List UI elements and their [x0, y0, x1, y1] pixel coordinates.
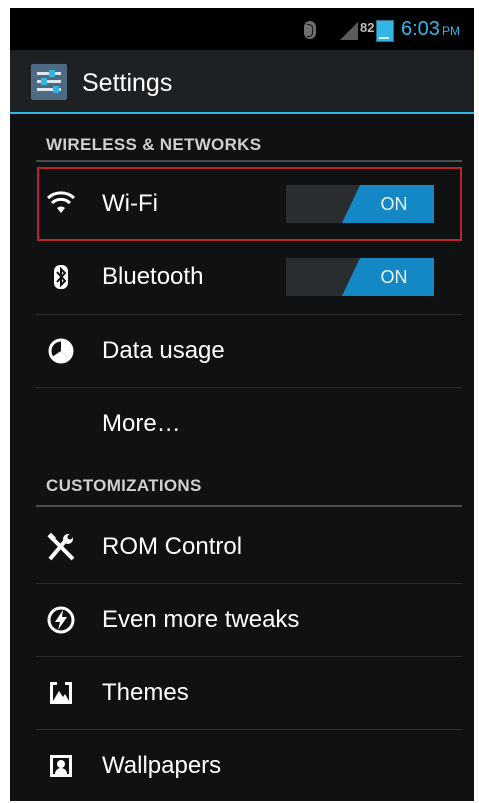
wallpapers-icon: [50, 755, 72, 777]
settings-screen: 82 6:03 PM Settings WIRELESS & NETWORKS W…: [10, 8, 474, 801]
status-clock: 6:03 PM: [401, 18, 460, 41]
action-bar-divider: [10, 112, 474, 114]
bluetooth-label: Bluetooth: [102, 263, 204, 290]
page-title: Settings: [82, 69, 173, 97]
lightning-icon: [47, 606, 75, 634]
rom-control-label: ROM Control: [102, 533, 243, 560]
wallpapers-label: Wallpapers: [102, 752, 222, 779]
tools-icon: [47, 532, 75, 561]
section-header-customizations: CUSTOMIZATIONS: [46, 476, 202, 495]
signal-strength-icon: [340, 22, 358, 40]
clock-time: 6:03: [401, 18, 440, 40]
bluetooth-icon: [54, 265, 68, 289]
settings-item-rom-control[interactable]: ROM Control: [36, 511, 462, 583]
bluetooth-toggle-state: ON: [380, 267, 408, 287]
data-usage-label: Data usage: [102, 337, 225, 364]
settings-item-themes[interactable]: Themes: [36, 657, 462, 729]
settings-item-wallpapers[interactable]: Wallpapers: [36, 730, 462, 801]
battery-icon: [376, 20, 394, 42]
section-header-wireless: WIRELESS & NETWORKS: [46, 135, 262, 154]
settings-item-even-more-tweaks[interactable]: Even more tweaks: [36, 584, 462, 656]
more-label: More…: [102, 410, 181, 437]
themes-label: Themes: [102, 679, 189, 706]
themes-icon: [50, 682, 72, 704]
settings-item-data-usage[interactable]: Data usage: [36, 315, 462, 387]
settings-sliders-icon[interactable]: [30, 63, 68, 101]
data-usage-icon: [48, 338, 74, 364]
section-divider: [36, 505, 462, 507]
bluetooth-toggle[interactable]: ON: [286, 258, 434, 296]
battery-level-text: 82: [360, 20, 375, 35]
wifi-highlight-box: [37, 167, 462, 241]
action-bar: Settings: [10, 50, 474, 114]
settings-item-more[interactable]: More…: [36, 388, 462, 460]
even-more-tweaks-label: Even more tweaks: [102, 606, 300, 633]
bluetooth-status-icon: [304, 21, 316, 39]
status-bar: 82 6:03 PM: [10, 8, 474, 50]
clock-ampm: PM: [441, 24, 460, 38]
section-divider: [36, 160, 462, 162]
settings-item-bluetooth[interactable]: Bluetooth ON: [36, 241, 462, 313]
